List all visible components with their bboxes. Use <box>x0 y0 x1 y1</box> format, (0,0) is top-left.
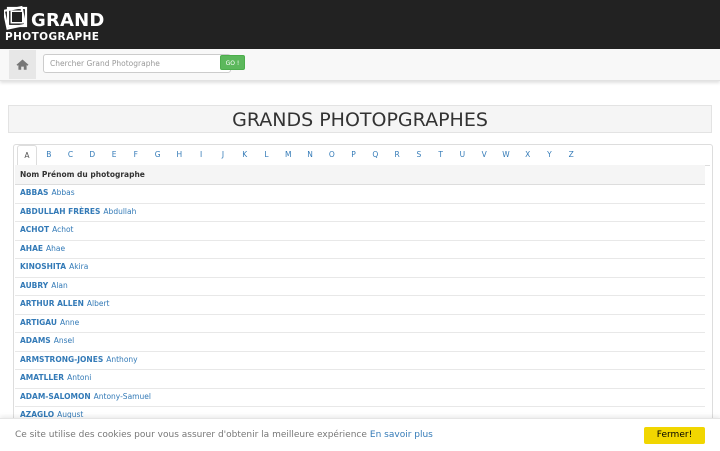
photographer-name: AHAE Ahae <box>20 240 65 259</box>
alphabet-tab-l[interactable]: L <box>256 145 276 165</box>
photographer-name: ARMSTRONG-JONES Anthony <box>20 351 138 370</box>
alphabet-tab-y[interactable]: Y <box>539 145 559 165</box>
alphabet-tab-k[interactable]: K <box>235 145 255 165</box>
photographer-lastname-link[interactable]: ARMSTRONG-JONES <box>20 355 103 364</box>
photographer-lastname-link[interactable]: ARTIGAU <box>20 318 57 327</box>
table-row: AMATLLER Antoni <box>15 369 705 389</box>
home-icon <box>16 59 29 70</box>
photographer-lastname-link[interactable]: AHAE <box>20 244 43 253</box>
title-well: GRANDS PHOTOPGRAPHES <box>8 105 712 133</box>
table-row: ABDULLAH FRÈRES Abdullah <box>15 203 705 222</box>
site-header: GRAND PHOTOGRAPHE <box>0 0 720 49</box>
logo-text-photographe: PHOTOGRAPHE <box>5 31 100 43</box>
alphabet-tab-e[interactable]: E <box>104 145 124 165</box>
go-button[interactable]: GO ! <box>220 55 245 70</box>
photographer-name: ABDULLAH FRÈRES Abdullah <box>20 203 136 222</box>
alphabet-tabs: ABCDEFGHIJKLMNOPQRSTUVWXYZ <box>15 145 710 166</box>
table-header-name: Nom Prénom du photographe <box>20 170 145 179</box>
alphabet-tab-c[interactable]: C <box>61 145 81 165</box>
photographer-firstname-link[interactable]: Albert <box>87 299 110 308</box>
alphabet-tab-s[interactable]: S <box>409 145 429 165</box>
cookie-message: Ce site utilise des cookies pour vous as… <box>15 419 433 451</box>
alphabet-tab-o[interactable]: O <box>322 145 342 165</box>
photographer-name: ARTHUR ALLEN Albert <box>20 295 110 314</box>
photographer-firstname-link[interactable]: Anthony <box>106 355 137 364</box>
photographer-name: AUBRY Alan <box>20 277 68 296</box>
search-input[interactable] <box>43 54 231 73</box>
alphabet-tab-d[interactable]: D <box>82 145 102 165</box>
photographer-lastname-link[interactable]: ARTHUR ALLEN <box>20 299 84 308</box>
photographer-firstname-link[interactable]: Ahae <box>46 244 65 253</box>
photographer-firstname-link[interactable]: Ansel <box>54 336 75 345</box>
photographer-name: ADAM-SALOMON Antony-Samuel <box>20 388 151 407</box>
photographer-name: ABBAS Abbas <box>20 184 75 203</box>
table-row: KINOSHITA Akira <box>15 258 705 278</box>
navbar: GO ! <box>0 49 720 81</box>
site-logo[interactable]: GRAND PHOTOGRAPHE <box>4 5 104 45</box>
alphabet-tab-i[interactable]: I <box>191 145 211 165</box>
photographer-name: ARTIGAU Anne <box>20 314 79 333</box>
photographer-firstname-link[interactable]: Abbas <box>51 188 74 197</box>
cookie-learn-more-link[interactable]: En savoir plus <box>370 430 433 440</box>
alphabet-tab-a[interactable]: A <box>17 145 37 166</box>
table-row: ADAM-SALOMON Antony-Samuel <box>15 388 705 407</box>
photographer-name: ACHOT Achot <box>20 221 73 240</box>
photographer-lastname-link[interactable]: KINOSHITA <box>20 262 66 271</box>
photographer-firstname-link[interactable]: Antoni <box>67 373 91 382</box>
photographer-name: ADAMS Ansel <box>20 332 74 351</box>
photographer-lastname-link[interactable]: ACHOT <box>20 225 49 234</box>
table-row: ARTIGAU Anne <box>15 314 705 333</box>
logo-text-grand: GRAND <box>31 10 105 31</box>
photographer-lastname-link[interactable]: ADAM-SALOMON <box>20 392 91 401</box>
photographer-lastname-link[interactable]: ABBAS <box>20 188 48 197</box>
photographer-lastname-link[interactable]: AUBRY <box>20 281 48 290</box>
photographer-lastname-link[interactable]: ADAMS <box>20 336 51 345</box>
alphabet-tab-q[interactable]: Q <box>365 145 385 165</box>
page-title: GRANDS PHOTOPGRAPHES <box>232 109 488 131</box>
table-row: ARMSTRONG-JONES Anthony <box>15 351 705 370</box>
photographer-firstname-link[interactable]: Antony-Samuel <box>94 392 151 401</box>
alphabet-tab-z[interactable]: Z <box>561 145 581 165</box>
photographer-lastname-link[interactable]: ABDULLAH FRÈRES <box>20 207 100 216</box>
stacked-photos-icon <box>4 5 28 30</box>
alphabet-tab-j[interactable]: J <box>213 145 233 165</box>
cookie-close-button[interactable]: Fermer! <box>644 427 705 444</box>
photographer-firstname-link[interactable]: Akira <box>69 262 88 271</box>
alphabet-tab-b[interactable]: B <box>39 145 59 165</box>
table-header-row: Nom Prénom du photographe <box>15 165 705 185</box>
alphabet-tab-h[interactable]: H <box>169 145 189 165</box>
table-row: ACHOT Achot <box>15 221 705 241</box>
home-button[interactable] <box>9 50 36 79</box>
photographer-firstname-link[interactable]: Anne <box>60 318 79 327</box>
photographer-name: AMATLLER Antoni <box>20 369 91 388</box>
alphabet-tab-v[interactable]: V <box>474 145 494 165</box>
photographer-lastname-link[interactable]: AMATLLER <box>20 373 64 382</box>
table-row: ABBAS Abbas <box>15 184 705 204</box>
table-row: AHAE Ahae <box>15 240 705 259</box>
photographer-firstname-link[interactable]: Abdullah <box>103 207 136 216</box>
alphabet-tab-g[interactable]: G <box>148 145 168 165</box>
alphabet-tab-w[interactable]: W <box>496 145 516 165</box>
alphabet-tab-t[interactable]: T <box>431 145 451 165</box>
alphabet-tab-x[interactable]: X <box>518 145 538 165</box>
cookie-text: Ce site utilise des cookies pour vous as… <box>15 430 367 440</box>
table-row: ARTHUR ALLEN Albert <box>15 295 705 315</box>
alphabet-tab-f[interactable]: F <box>126 145 146 165</box>
table-row: ADAMS Ansel <box>15 332 705 352</box>
table-row: AUBRY Alan <box>15 277 705 296</box>
photographer-firstname-link[interactable]: Alan <box>51 281 68 290</box>
alphabet-tab-p[interactable]: P <box>344 145 364 165</box>
alphabet-tab-m[interactable]: M <box>278 145 298 165</box>
photographer-name: KINOSHITA Akira <box>20 258 88 277</box>
alphabet-tab-u[interactable]: U <box>452 145 472 165</box>
photographer-firstname-link[interactable]: Achot <box>52 225 73 234</box>
cookie-banner: Ce site utilise des cookies pour vous as… <box>0 418 720 451</box>
alphabet-tab-n[interactable]: N <box>300 145 320 165</box>
alphabet-tab-r[interactable]: R <box>387 145 407 165</box>
